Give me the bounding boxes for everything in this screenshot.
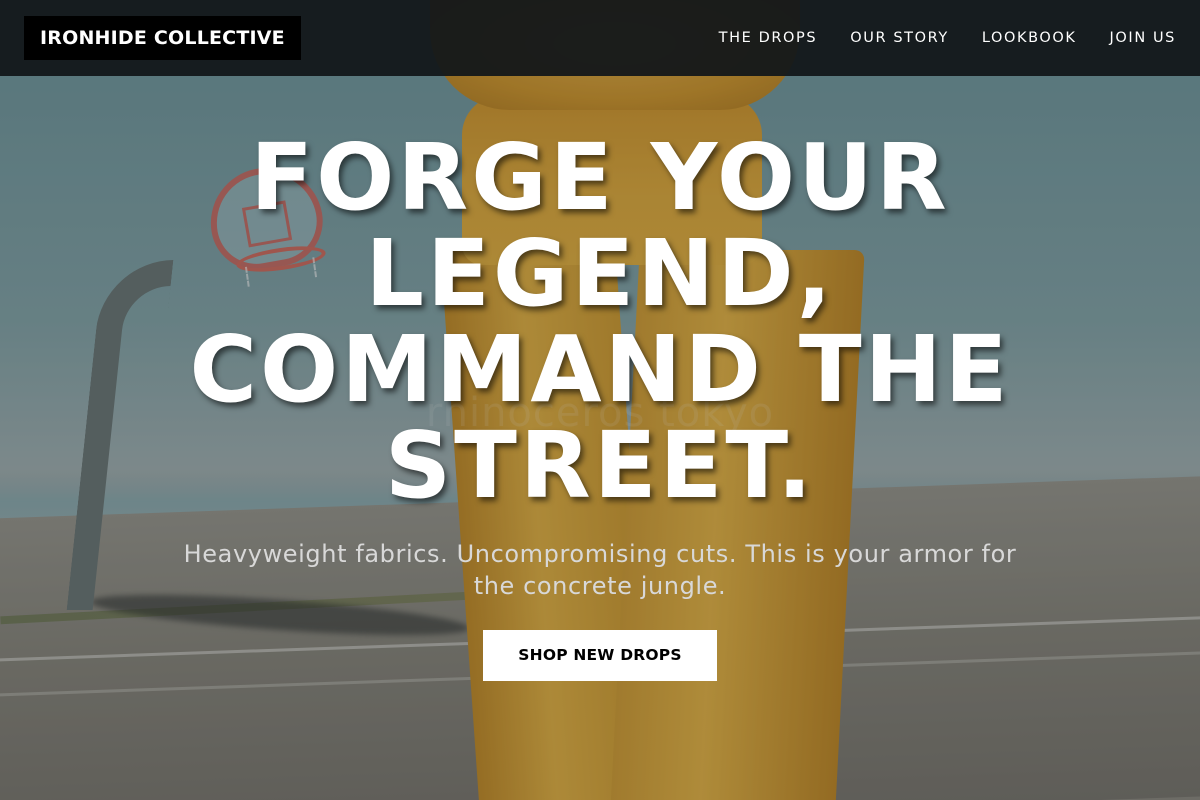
nav-link-join-us[interactable]: JOIN US — [1110, 30, 1176, 46]
brand-logo[interactable]: IRONHIDE COLLECTIVE — [24, 16, 301, 60]
shop-new-drops-button[interactable]: SHOP NEW DROPS — [483, 630, 717, 681]
nav-link-the-drops[interactable]: THE DROPS — [719, 30, 818, 46]
nav-link-our-story[interactable]: OUR STORY — [850, 30, 949, 46]
headline-line: LEGEND, — [365, 220, 835, 327]
headline-line: FORGE YOUR — [250, 124, 950, 231]
hero-headline: FORGE YOUR LEGEND, COMMAND THE STREET. — [100, 130, 1100, 514]
main-nav: THE DROPS OUR STORY LOOKBOOK JOIN US — [719, 30, 1176, 46]
hero-subheadline: Heavyweight fabrics. Uncompromising cuts… — [183, 540, 1017, 600]
nav-link-lookbook[interactable]: LOOKBOOK — [982, 30, 1077, 46]
headline-line: COMMAND THE — [189, 316, 1011, 423]
headline-line: STREET. — [384, 412, 816, 519]
top-navbar: IRONHIDE COLLECTIVE THE DROPS OUR STORY … — [0, 0, 1200, 76]
